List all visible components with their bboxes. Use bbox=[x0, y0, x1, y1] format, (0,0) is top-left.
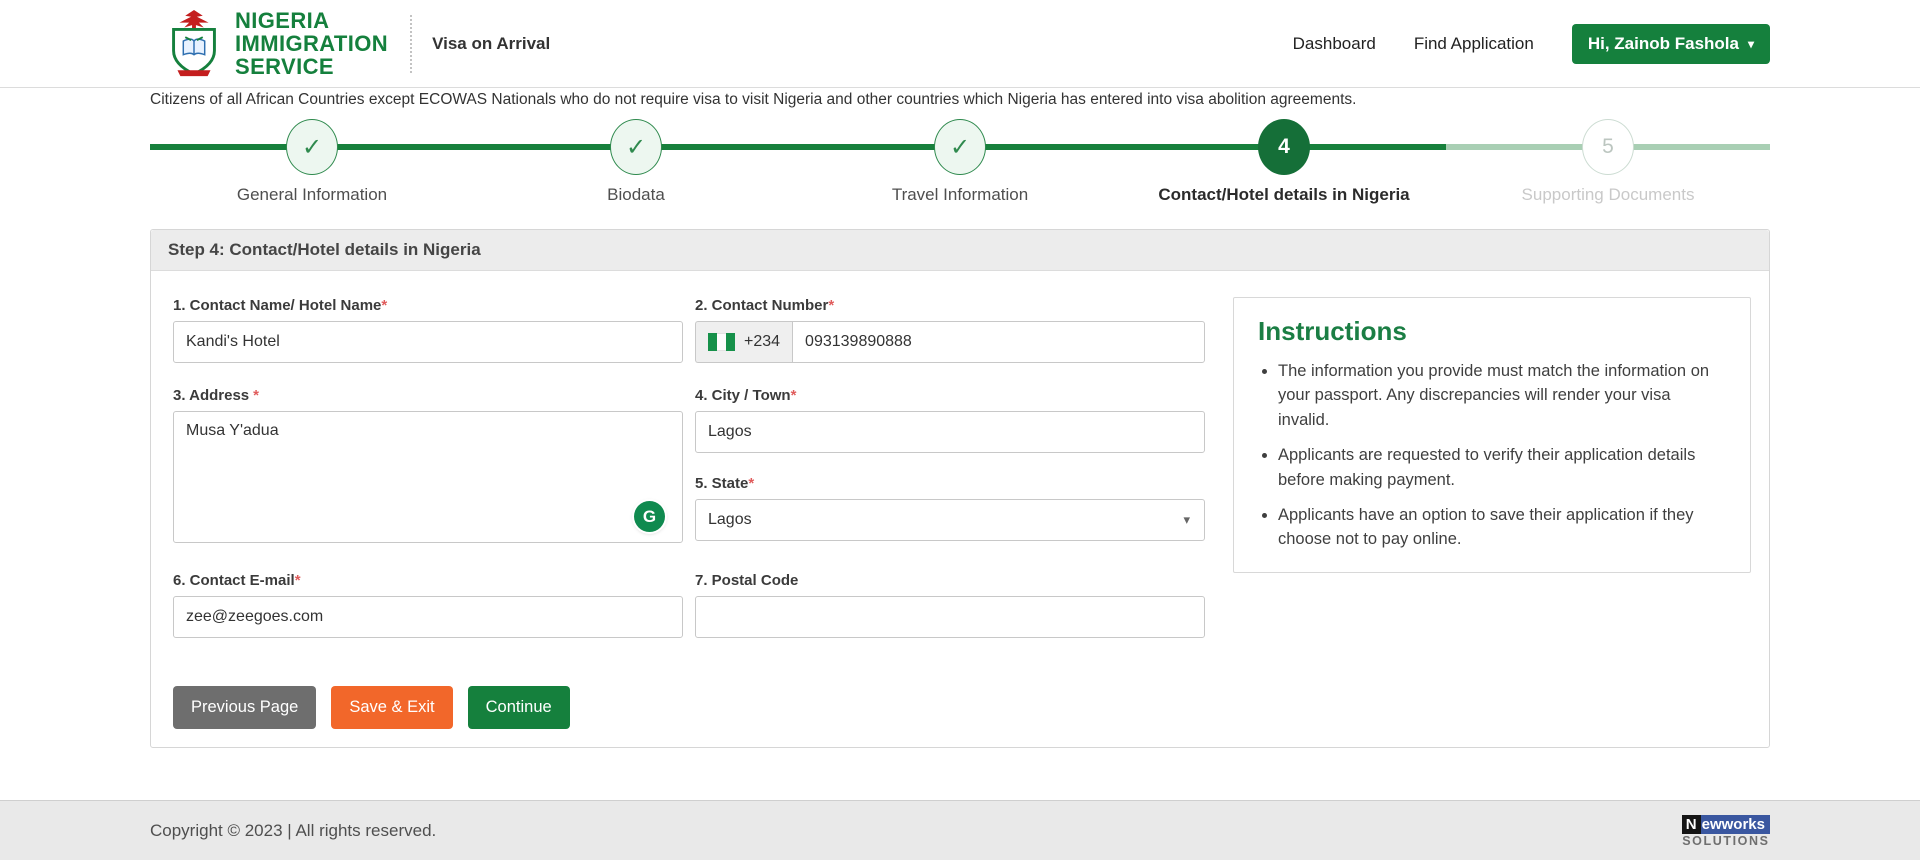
address-field: 3. Address* Musa Y'adua G bbox=[173, 387, 683, 548]
step-5-number: 5 bbox=[1602, 135, 1614, 159]
progress-stepper: ✓ ✓ ✓ 4 5 General Information Biodata Tr… bbox=[150, 117, 1770, 221]
previous-page-button[interactable]: Previous Page bbox=[173, 686, 316, 729]
stepper-track-completed bbox=[150, 144, 1446, 150]
address-textarea[interactable]: Musa Y'adua bbox=[173, 411, 683, 543]
required-asterisk: * bbox=[748, 475, 754, 492]
contact-number-label: 2. Contact Number* bbox=[695, 297, 1205, 314]
step-3-indicator: ✓ bbox=[934, 119, 986, 175]
address-label: 3. Address* bbox=[173, 387, 683, 404]
email-label: 6. Contact E-mail* bbox=[173, 572, 683, 589]
page-footer: Copyright © 2023 | All rights reserved. … bbox=[0, 800, 1920, 860]
instruction-item: Applicants have an option to save their … bbox=[1278, 503, 1724, 552]
check-icon: ✓ bbox=[626, 133, 646, 162]
dial-code: +234 bbox=[744, 333, 780, 351]
dial-code-addon: +234 bbox=[695, 321, 792, 363]
city-label: 4. City / Town* bbox=[695, 387, 1205, 404]
city-state-column: 4. City / Town* 5. State* Lagos bbox=[695, 387, 1205, 572]
step-3-label: Travel Information bbox=[795, 185, 1125, 205]
step-2-label: Biodata bbox=[471, 185, 801, 205]
app-title: Visa on Arrival bbox=[432, 34, 550, 54]
caret-down-icon: ▾ bbox=[1183, 512, 1190, 528]
instructions-panel: Instructions The information you provide… bbox=[1233, 297, 1751, 573]
contact-number-input[interactable] bbox=[792, 321, 1205, 363]
check-icon: ✓ bbox=[950, 133, 970, 162]
postal-code-input[interactable] bbox=[695, 596, 1205, 638]
step-4-label: Contact/Hotel details in Nigeria bbox=[1119, 185, 1449, 205]
continue-button[interactable]: Continue bbox=[468, 686, 570, 729]
newworks-logo: Newworks SOLUTIONS bbox=[1682, 813, 1770, 848]
top-nav: Dashboard Find Application Hi, Zainob Fa… bbox=[1293, 24, 1770, 64]
nis-crest-logo bbox=[165, 8, 223, 80]
user-menu-button[interactable]: Hi, Zainob Fashola ▾ bbox=[1572, 24, 1770, 64]
logo-divider bbox=[410, 15, 412, 73]
form-panel: Step 4: Contact/Hotel details in Nigeria… bbox=[150, 229, 1770, 748]
copyright-text: Copyright © 2023 | All rights reserved. bbox=[150, 821, 436, 841]
instruction-item: The information you provide must match t… bbox=[1278, 359, 1724, 432]
postal-code-label: 7. Postal Code bbox=[695, 572, 1205, 589]
nigeria-flag-icon bbox=[708, 333, 735, 351]
contact-details-form: 1. Contact Name/ Hotel Name* 2. Contact … bbox=[173, 297, 1205, 729]
instruction-item: Applicants are requested to verify their… bbox=[1278, 443, 1724, 492]
step-4-number: 4 bbox=[1278, 135, 1290, 159]
required-asterisk: * bbox=[828, 297, 834, 314]
required-asterisk: * bbox=[253, 387, 259, 404]
required-asterisk: * bbox=[295, 572, 301, 589]
required-asterisk: * bbox=[791, 387, 797, 404]
top-navbar: NIGERIA IMMIGRATION SERVICE Visa on Arri… bbox=[0, 0, 1920, 88]
brand-logo-group: NIGERIA IMMIGRATION SERVICE Visa on Arri… bbox=[150, 8, 550, 80]
email-input[interactable] bbox=[173, 596, 683, 638]
step-4-indicator: 4 bbox=[1258, 119, 1310, 175]
save-exit-button[interactable]: Save & Exit bbox=[331, 686, 452, 729]
contact-name-label: 1. Contact Name/ Hotel Name* bbox=[173, 297, 683, 314]
city-input[interactable] bbox=[695, 411, 1205, 453]
state-field: 5. State* Lagos ▾ bbox=[695, 475, 1205, 541]
step-1-label: General Information bbox=[147, 185, 477, 205]
postal-code-field: 7. Postal Code bbox=[695, 572, 1205, 638]
form-actions: Previous Page Save & Exit Continue bbox=[173, 686, 1205, 729]
check-icon: ✓ bbox=[302, 133, 322, 162]
contact-number-field: 2. Contact Number* +234 bbox=[695, 297, 1205, 363]
section-title: Step 4: Contact/Hotel details in Nigeria bbox=[151, 230, 1769, 271]
org-name: NIGERIA IMMIGRATION SERVICE bbox=[235, 9, 388, 78]
state-label: 5. State* bbox=[695, 475, 1205, 492]
state-select[interactable]: Lagos ▾ bbox=[695, 499, 1205, 541]
nav-link-find-application[interactable]: Find Application bbox=[1414, 34, 1534, 54]
nav-link-dashboard[interactable]: Dashboard bbox=[1293, 34, 1376, 54]
email-field: 6. Contact E-mail* bbox=[173, 572, 683, 638]
contact-name-field: 1. Contact Name/ Hotel Name* bbox=[173, 297, 683, 363]
step-1-indicator: ✓ bbox=[286, 119, 338, 175]
required-asterisk: * bbox=[381, 297, 387, 314]
step-5-label: Supporting Documents bbox=[1443, 185, 1773, 205]
city-field: 4. City / Town* bbox=[695, 387, 1205, 453]
state-selected-value: Lagos bbox=[708, 511, 752, 529]
step-5-indicator: 5 bbox=[1582, 119, 1634, 175]
instructions-list: The information you provide must match t… bbox=[1258, 359, 1724, 552]
intro-text: Citizens of all African Countries except… bbox=[150, 88, 1770, 109]
user-menu-label: Hi, Zainob Fashola bbox=[1588, 34, 1739, 54]
grammarly-icon[interactable]: G bbox=[634, 501, 665, 532]
contact-name-input[interactable] bbox=[173, 321, 683, 363]
caret-down-icon: ▾ bbox=[1748, 38, 1754, 50]
instructions-title: Instructions bbox=[1258, 316, 1724, 347]
step-2-indicator: ✓ bbox=[610, 119, 662, 175]
